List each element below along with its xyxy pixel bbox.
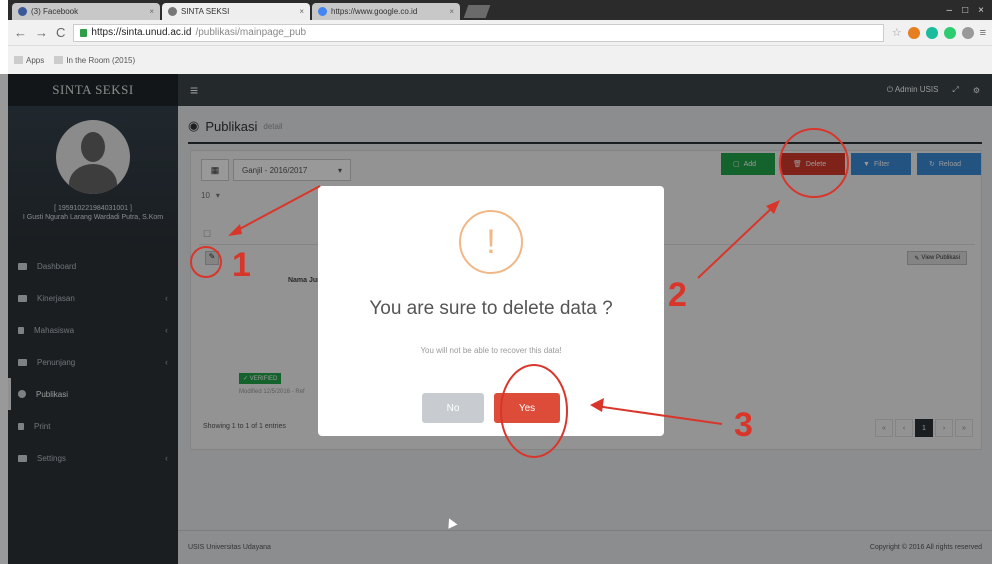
bookmark-apps[interactable]: Apps xyxy=(14,56,44,65)
tab-sinta[interactable]: SINTA SEKSI × xyxy=(162,3,310,20)
back-icon[interactable]: ← xyxy=(14,25,27,40)
delete-confirm-dialog: ! You are sure to delete data ? You will… xyxy=(318,186,664,436)
close-tab-icon[interactable]: × xyxy=(149,7,154,16)
apps-icon xyxy=(14,56,23,65)
dialog-message: You will not be able to recover this dat… xyxy=(420,346,562,355)
close-tab-icon[interactable]: × xyxy=(449,7,454,16)
extension-icons: ☆ ≡ xyxy=(892,26,986,39)
confirm-delete-button[interactable]: Yes xyxy=(494,393,560,423)
browser-chrome: (3) Facebook × SINTA SEKSI × https://www.g… xyxy=(8,0,992,74)
extension-icon[interactable] xyxy=(925,26,938,39)
tab-facebook[interactable]: (3) Facebook × xyxy=(12,3,160,20)
google-favicon-icon xyxy=(318,7,327,16)
reload-icon[interactable]: C xyxy=(56,25,65,40)
close-tab-icon[interactable]: × xyxy=(299,7,304,16)
tab-google[interactable]: https://www.google.co.id × xyxy=(312,3,460,20)
window-controls: – □ × xyxy=(939,5,992,20)
annotation-number-2: 2 xyxy=(668,276,687,314)
cancel-button[interactable]: No xyxy=(422,393,484,423)
bookmark-item[interactable]: In the Room (2015) xyxy=(54,56,135,65)
tab-strip: (3) Facebook × SINTA SEKSI × https://www.g… xyxy=(8,0,992,20)
star-icon[interactable]: ☆ xyxy=(892,26,902,39)
bookmarks-bar: Apps In the Room (2015) xyxy=(8,46,992,74)
minimize-icon[interactable]: – xyxy=(947,5,953,16)
url-input[interactable]: https://sinta.unud.ac.id/publikasi/mainp… xyxy=(73,23,884,42)
annotation-number-1: 1 xyxy=(232,246,251,284)
extension-icon[interactable] xyxy=(907,26,920,39)
new-tab-button[interactable] xyxy=(463,5,491,18)
annotation-number-3: 3 xyxy=(734,406,753,444)
menu-icon[interactable]: ≡ xyxy=(980,27,986,39)
warning-icon: ! xyxy=(459,210,523,274)
forward-icon[interactable]: → xyxy=(35,25,48,40)
lock-icon xyxy=(80,28,88,37)
page-icon xyxy=(54,56,64,65)
facebook-favicon-icon xyxy=(18,7,27,16)
sinta-favicon-icon xyxy=(168,7,177,16)
address-bar: ← → C https://sinta.unud.ac.id/publikasi… xyxy=(8,20,992,46)
close-window-icon[interactable]: × xyxy=(978,5,984,16)
dialog-title: You are sure to delete data ? xyxy=(369,298,613,319)
extension-icon[interactable] xyxy=(961,26,974,39)
maximize-icon[interactable]: □ xyxy=(962,5,968,16)
extension-icon[interactable] xyxy=(943,26,956,39)
